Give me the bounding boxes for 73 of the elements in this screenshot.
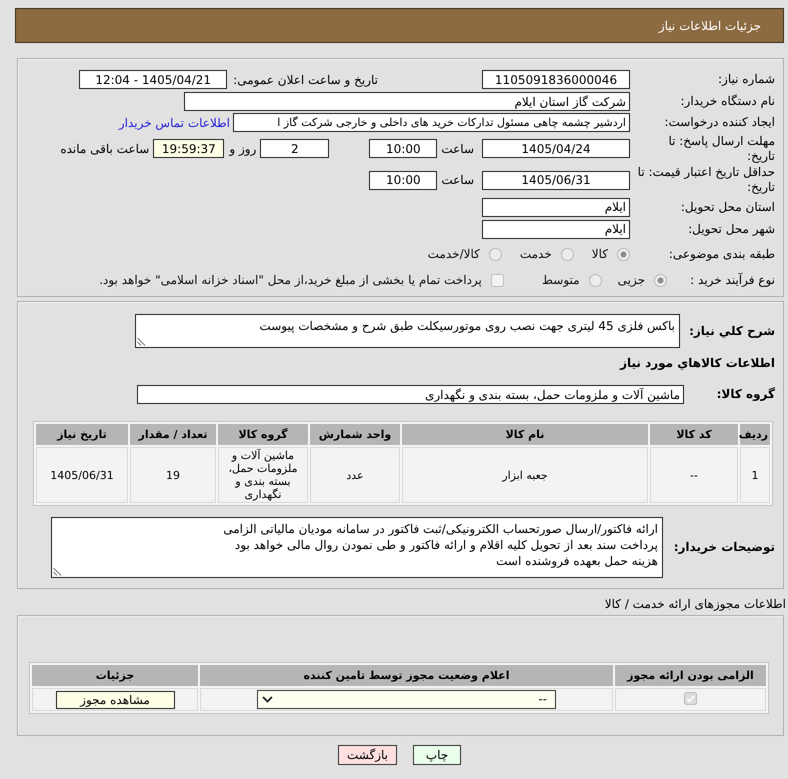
table-cell: -- [650, 447, 738, 503]
column-header: تعداد / مقدار [130, 424, 216, 445]
time-label: ساعت [441, 173, 474, 187]
field-label: گروه کالا: [716, 387, 775, 402]
chevron-down-icon [262, 696, 273, 703]
deadline-date-field[interactable]: 1405/04/24 [482, 139, 630, 158]
field-label: شرح کلي نیاز: [688, 324, 775, 338]
validity-date-field[interactable]: 1405/06/31 [482, 170, 630, 190]
city-field[interactable]: ایلام [482, 220, 630, 238]
field-label: مهلت ارسال پاسخ: تا تاریخ: [667, 134, 775, 164]
back-button[interactable]: بازگشت [338, 745, 397, 765]
field-label: شماره نیاز: [717, 72, 775, 87]
field-label: نام دستگاه خریدار: [680, 94, 775, 109]
section-heading: اطلاعات مجوزهای ارائه خدمت / کالا [604, 597, 786, 611]
status-select[interactable]: -- [257, 690, 556, 709]
page-title: جزئیات اطلاعات نیاز [658, 18, 761, 32]
table-cell: 1405/06/31 [36, 447, 128, 503]
buyer-notes-field[interactable]: ارائه فاکتور/ارسال صورتحساب الکترونیکی/ثبت فاکتور در سامانه مودیان مالیاتی الزامی پرداخت سند بعد از تحویل کلیه اقلام و ارائه فاکتور و طی نمودن روال مالی خواهد بود هزینه حمل بعهده فروشنده است [51, 517, 663, 578]
days-label: روز و [229, 142, 256, 156]
remaining-label: ساعت باقی مانده [60, 142, 150, 156]
province-field[interactable]: ایلام [482, 198, 630, 216]
radio-button[interactable] [654, 274, 667, 286]
option-label: کالا [592, 247, 608, 261]
column-header: الزامی بودن ارائه مجوز [615, 665, 766, 686]
option-label: جزیی [618, 273, 645, 287]
print-button[interactable]: چاپ [413, 745, 461, 765]
field-label: توضیحات خریدار: [672, 540, 775, 555]
need-number-field[interactable]: 1105091836000046 [482, 70, 630, 89]
days-field[interactable]: 2 [260, 139, 330, 158]
field-label: نوع فرآیند خرید : [689, 272, 775, 288]
column-header: ردیف [740, 424, 770, 445]
radio-button[interactable] [617, 248, 630, 260]
option-label: پرداخت تمام یا بخشی از مبلغ خرید،از محل "اسناد خزانه اسلامی" خواهد بود. [99, 273, 482, 287]
view-permit-button[interactable]: مشاهده مجوز [56, 690, 174, 708]
time-label: ساعت [441, 142, 474, 156]
resize-grip-icon[interactable] [53, 567, 62, 576]
option-label: کالا/خدمت [428, 247, 480, 261]
section-heading: اطلاعات کالاهاي مورد نیاز [620, 356, 775, 370]
option-label: خدمت [520, 247, 552, 261]
field-label: شهر محل تحویل: [687, 222, 775, 236]
table-cell: جعبه ابزار [402, 447, 648, 503]
remaining-time-field[interactable]: 19:59:37 [153, 139, 224, 158]
column-header: جزئیات [32, 665, 198, 686]
deadline-time-field[interactable]: 10:00 [369, 139, 438, 158]
column-header: تاریخ نیاز [36, 424, 128, 445]
field-label: استان محل تحویل: [680, 200, 775, 214]
column-header: کد کالا [650, 424, 738, 445]
required-checkbox[interactable] [684, 692, 697, 704]
field-label: ایجاد کننده درخواست: [663, 115, 775, 130]
column-header: اعلام وضعیت مجوز توسط تامین کننده [200, 665, 613, 686]
buyer-contact-link[interactable]: اطلاعات تماس خریدار [118, 116, 230, 130]
table-cell: عدد [310, 447, 400, 503]
checkbox[interactable] [490, 274, 504, 286]
column-header: واحد شمارش [310, 424, 400, 445]
field-label: حداقل تاریخ اعتبار قیمت: تا تاریخ: [636, 165, 775, 195]
column-header: نام کالا [402, 424, 648, 445]
requester-field[interactable]: اردشیر چشمه چاهی مسئول تدارکات خرید های داخلی و خارجی شرکت گاز ا [233, 113, 630, 132]
radio-button[interactable] [588, 274, 602, 286]
field-label: تاریخ و ساعت اعلان عمومی: [233, 72, 378, 86]
validity-time-field[interactable]: 10:00 [369, 170, 438, 190]
announce-date-field[interactable]: 1405/04/21 - 12:04 [79, 70, 228, 89]
goods-group-field[interactable]: ماشین آلات و ملزومات حمل، بسته بندی و نگهداری [137, 385, 684, 404]
option-label: متوسط [542, 273, 580, 287]
summary-field[interactable]: باکس فلزی 45 لیتری جهت نصب روی موتورسیکلت طبق شرح و مشخصات پیوست [135, 314, 680, 348]
radio-button[interactable] [560, 248, 574, 260]
table-cell: 1 [740, 447, 770, 503]
column-header: گروه کالا [218, 424, 308, 445]
radio-button[interactable] [488, 248, 502, 260]
table-cell: 19 [130, 447, 216, 503]
buyer-org-field[interactable]: شرکت گاز استان ایلام [184, 92, 630, 111]
table-cell: ماشین آلات و ملزومات حمل، بسته بندی و نگهداری [218, 447, 308, 503]
field-label: طبقه بندی موضوعی: [668, 246, 775, 262]
resize-grip-icon[interactable] [137, 337, 146, 346]
